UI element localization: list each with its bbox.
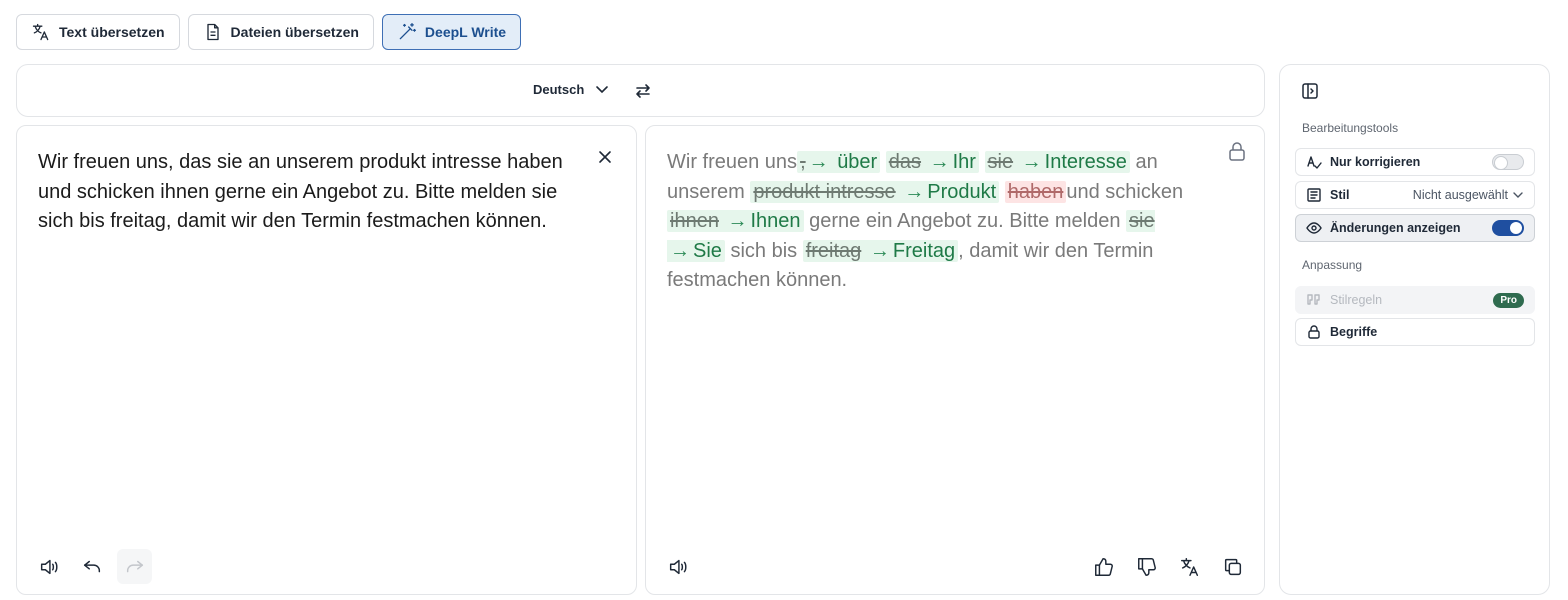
undo-button[interactable] — [74, 549, 109, 584]
document-icon — [206, 23, 219, 41]
change-suggestion[interactable]: produkt intresse → Produkt — [750, 180, 1000, 203]
inserted-text: Freitag — [892, 239, 956, 262]
style-label: Stil — [1330, 188, 1350, 202]
deleted-text: , — [800, 151, 806, 173]
output-segment: sich bis — [724, 239, 803, 262]
sidebar-collapse-icon[interactable] — [1300, 81, 1320, 101]
swap-icon[interactable] — [633, 81, 653, 101]
style-value[interactable]: Nicht ausgewählt — [1413, 188, 1524, 202]
change-arrow: → — [670, 239, 690, 262]
only-correct-switch[interactable] — [1492, 154, 1524, 170]
only-correct-toggle-row[interactable]: Nur korrigieren — [1295, 148, 1535, 176]
output-toolbar-left — [660, 549, 695, 584]
quote-icon — [1307, 294, 1320, 305]
style-selected: Nicht ausgewählt — [1412, 188, 1508, 202]
pro-badge: Pro — [1493, 292, 1524, 308]
deleted-text: sie — [987, 151, 1014, 173]
deletion-suggestion[interactable]: haben — [1004, 180, 1067, 203]
copy-button[interactable] — [1215, 549, 1250, 584]
spellcheck-icon — [1307, 156, 1322, 169]
input-toolbar — [31, 549, 152, 584]
input-panel: Wir freuen uns, das sie an unserem produ… — [16, 125, 637, 595]
only-correct-label: Nur korrigieren — [1330, 155, 1421, 169]
change-arrow: → — [904, 180, 925, 203]
listen-button[interactable] — [31, 549, 66, 584]
close-icon[interactable] — [596, 148, 614, 166]
listen-output-button[interactable] — [660, 549, 695, 584]
tab-file-translate[interactable]: Dateien übersetzen — [187, 14, 374, 50]
magic-wand-icon — [399, 23, 416, 40]
tab-deepl-write[interactable]: DeepL Write — [381, 14, 522, 50]
change-suggestion[interactable]: das → Ihr — [885, 151, 979, 173]
chevron-down-icon — [1513, 192, 1523, 198]
change-arrow: → — [869, 239, 890, 262]
tab-label: DeepL Write — [424, 24, 507, 40]
speaker-icon — [669, 559, 687, 574]
editing-sidebar: Bearbeitungstools Nur korrigieren Stil N… — [1279, 64, 1550, 595]
deleted-text: sie — [1129, 210, 1155, 232]
thumbs-up-button[interactable] — [1086, 549, 1121, 584]
output-panel: Wir freuen uns, → über das → Ihr sie → Inte… — [645, 125, 1265, 595]
inserted-text: Ihr — [952, 151, 976, 173]
inserted-text: Interesse — [1044, 151, 1127, 173]
translate-icon — [1180, 557, 1198, 576]
speaker-icon — [40, 559, 58, 574]
language-label: Deutsch — [533, 81, 585, 97]
eye-icon — [1306, 222, 1322, 234]
change-arrow: → — [1021, 151, 1042, 173]
redo-icon — [126, 560, 143, 572]
output-toolbar-right — [1086, 549, 1250, 584]
undo-icon — [83, 560, 100, 572]
change-arrow: → — [727, 210, 748, 232]
change-suggestion[interactable]: , → über — [797, 151, 881, 173]
style-rules-row[interactable]: Stilregeln Pro — [1295, 286, 1535, 314]
deleted-text: freitag — [805, 239, 862, 262]
terms-label: Begriffe — [1330, 325, 1378, 339]
tab-text-translate[interactable]: Text übersetzen — [16, 14, 180, 50]
change-arrow: → — [808, 151, 829, 173]
terms-row[interactable]: Begriffe — [1295, 318, 1535, 346]
change-arrow: → — [929, 151, 950, 173]
show-changes-label: Änderungen anzeigen — [1330, 221, 1461, 235]
output-segment: Wir freuen uns — [667, 151, 798, 173]
thumbs-down-icon — [1137, 557, 1156, 576]
inserted-text: Ihnen — [750, 210, 801, 232]
output-segment: und schicken — [1066, 180, 1184, 203]
chevron-down-icon — [596, 86, 609, 94]
tab-label: Dateien übersetzen — [230, 24, 359, 40]
style-select-row[interactable]: Stil Nicht ausgewählt — [1295, 181, 1535, 209]
tab-label: Text übersetzen — [59, 24, 165, 40]
lock-icon[interactable] — [1226, 140, 1248, 162]
inserted-text: Sie — [693, 239, 722, 262]
inserted-text: über — [837, 151, 878, 173]
section-title-tools: Bearbeitungstools — [1302, 121, 1399, 135]
translate-icon — [32, 23, 49, 41]
redo-button[interactable] — [117, 549, 152, 584]
mode-tabs: Text übersetzen Dateien übersetzen DeepL… — [16, 14, 522, 50]
translate-button[interactable] — [1172, 549, 1207, 584]
thumbs-down-button[interactable] — [1129, 549, 1164, 584]
deleted-text: ihnen — [670, 210, 719, 232]
output-segment: gerne ein Angebot zu. Bitte melden — [803, 210, 1127, 232]
input-text[interactable]: Wir freuen uns, das sie an unserem produ… — [38, 148, 598, 237]
language-bar: Deutsch — [16, 64, 1265, 117]
show-changes-switch[interactable] — [1492, 220, 1524, 236]
copy-icon — [1224, 558, 1241, 575]
style-rules-label: Stilregeln — [1330, 293, 1383, 307]
output-text[interactable]: Wir freuen uns, → über das → Ihr sie → Inte… — [667, 148, 1207, 296]
change-suggestion[interactable]: sie → Interesse — [984, 151, 1130, 173]
lock-icon — [1308, 325, 1320, 339]
change-suggestion[interactable]: ihnen → Ihnen — [667, 210, 804, 232]
style-icon — [1307, 188, 1321, 202]
change-suggestion[interactable]: freitag → Freitag — [802, 239, 959, 262]
deleted-text: produkt intresse — [753, 180, 896, 203]
section-title-custom: Anpassung — [1302, 258, 1363, 272]
inserted-text: Produkt — [927, 180, 997, 203]
thumbs-up-icon — [1094, 557, 1113, 576]
language-select[interactable]: Deutsch — [533, 81, 610, 97]
show-changes-toggle-row[interactable]: Änderungen anzeigen — [1295, 214, 1535, 242]
deleted-text: das — [888, 151, 922, 173]
